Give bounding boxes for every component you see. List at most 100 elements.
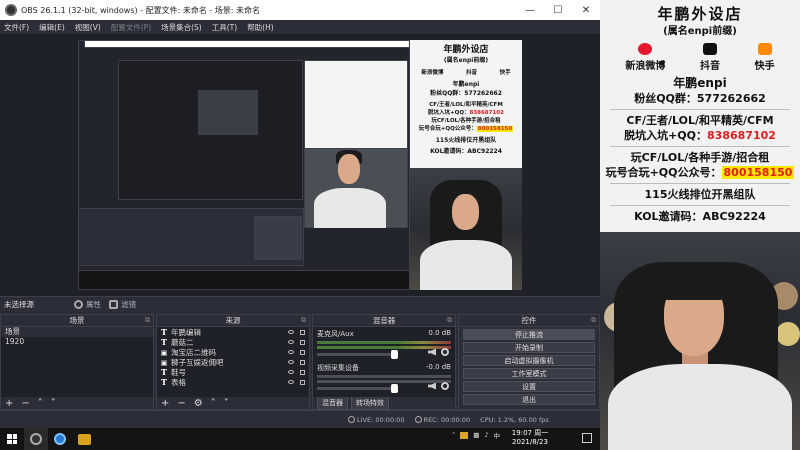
add-scene-icon[interactable]: + [5, 398, 13, 409]
source-gear-icon[interactable]: ⚙ [194, 398, 203, 409]
start-button[interactable] [0, 428, 24, 450]
status-bar: LIVE: 00:00:00 REC: 00:00:00 CPU: 1.2%, … [0, 410, 600, 428]
taskbar: ˄ ▩ ♪ 中 19:07 周一 2021/8/23 [0, 428, 600, 450]
source-item[interactable]: T 年鹏编辑 [157, 327, 309, 337]
tray-network-icon[interactable]: ▩ [473, 431, 479, 439]
menu-profile[interactable]: 配置文件(P) [111, 22, 151, 33]
tray-app-icon[interactable] [460, 431, 469, 439]
source-item[interactable]: ▣ 狮子互娱返佣吧 [157, 357, 309, 367]
menu-tools[interactable]: 工具(T) [212, 22, 237, 33]
tab-mixer[interactable]: 混音器 [317, 396, 348, 410]
games-line: CF/王者/LOL/和平精英/CFM [626, 114, 774, 127]
controls-dock-title: 控件 [521, 316, 537, 325]
volume-slider[interactable] [317, 384, 398, 393]
taskbar-app3[interactable] [72, 428, 96, 450]
scene-item[interactable]: 1920 [1, 337, 153, 347]
lock-icon[interactable] [300, 349, 305, 355]
source-item[interactable]: T 蘑菇二 [157, 337, 309, 347]
mixer-tabs: 混音器 转场特效 [313, 396, 455, 410]
dock-float-icon[interactable]: ⧉ [447, 316, 452, 325]
scenes-toolbar: + − ˄ ˅ [1, 397, 153, 409]
dock-float-icon[interactable]: ⧉ [301, 316, 306, 325]
gear-icon[interactable] [441, 348, 449, 356]
preview-ad-weibo: 新浪微博 [421, 70, 444, 76]
sources-dock-header: 来源 ⧉ [157, 315, 309, 327]
preview-ad-qq: 脱坑入坑+QQ：838687102 [410, 108, 522, 116]
close-button[interactable]: ✕ [572, 0, 600, 20]
start-recording-button[interactable]: 开始录制 [463, 342, 595, 353]
lock-icon[interactable] [300, 369, 305, 375]
move-down-icon[interactable]: ˅ [51, 398, 56, 409]
move-up-icon[interactable]: ˄ [38, 398, 43, 409]
exit-button[interactable]: 退出 [463, 394, 595, 405]
filters-label: 滤镜 [121, 300, 136, 309]
menu-edit[interactable]: 编辑(E) [39, 22, 65, 33]
tray-volume-icon[interactable]: ♪ [484, 431, 488, 439]
live-icon [348, 416, 355, 423]
social-kuaishou: 快手 [755, 43, 775, 72]
visibility-eye-icon[interactable] [288, 380, 294, 384]
taskbar-browser[interactable] [48, 428, 72, 450]
source-item[interactable]: T 表格 [157, 377, 309, 387]
visibility-eye-icon[interactable] [288, 370, 294, 374]
notification-icon[interactable] [582, 433, 592, 443]
remove-source-icon[interactable]: − [177, 398, 185, 409]
source-toolbar: 未选择源 属性 滤镜 [0, 296, 600, 312]
tray-chevron-icon[interactable]: ˄ [452, 431, 455, 439]
studio-mode-button[interactable]: 工作室模式 [463, 368, 595, 379]
obs-app-icon [30, 433, 42, 445]
clock-time: 19:07 周一 [511, 429, 549, 437]
dock-float-icon[interactable]: ⧉ [145, 316, 150, 325]
preview-canvas[interactable] [78, 40, 410, 290]
source-item[interactable]: ▣ 淘宝店二维码 [157, 347, 309, 357]
lock-icon[interactable] [300, 339, 305, 345]
volume-slider-handle[interactable] [391, 350, 398, 359]
menu-scene-collection[interactable]: 场景集合(S) [161, 22, 202, 33]
lock-icon[interactable] [300, 329, 305, 335]
lock-icon[interactable] [300, 359, 305, 365]
lock-icon[interactable] [300, 379, 305, 385]
speaker-icon[interactable] [428, 348, 436, 356]
filters-button[interactable]: 滤镜 [109, 299, 136, 310]
stop-streaming-button[interactable]: 停止推流 [463, 329, 595, 340]
mixer-dock: 混音器 ⧉ 麦克风/Aux 0.0 dB 视频采集设备 -0.0 dB 混音器 … [312, 314, 456, 410]
visibility-eye-icon[interactable] [288, 360, 294, 364]
remove-scene-icon[interactable]: − [21, 398, 29, 409]
rec-icon [414, 416, 422, 423]
visibility-eye-icon[interactable] [288, 350, 294, 354]
filter-icon [109, 300, 118, 309]
scenes-list[interactable]: 场景 1920 [1, 327, 153, 397]
properties-button[interactable]: 属性 [74, 299, 101, 310]
taskbar-obs[interactable] [24, 428, 48, 450]
nested-person-body [314, 188, 386, 228]
visibility-eye-icon[interactable] [288, 340, 294, 344]
visibility-eye-icon[interactable] [288, 330, 294, 334]
menu-file[interactable]: 文件(F) [4, 22, 29, 33]
gear-icon[interactable] [441, 382, 449, 390]
mixer-channel-header: 视频采集设备 -0.0 dB [317, 363, 451, 373]
speaker-icon[interactable] [428, 382, 436, 390]
add-source-icon[interactable]: + [161, 398, 169, 409]
dock-float-icon[interactable]: ⧉ [591, 316, 596, 325]
sources-list[interactable]: T 年鹏编辑 T 蘑菇二 ▣ 淘宝店二维码 ▣ 狮子互娱返佣吧 T 鞋号 T 表格 [157, 327, 309, 397]
taskbar-clock[interactable]: 19:07 周一 2021/8/23 [500, 429, 560, 447]
divider [610, 146, 790, 147]
nested-controls [254, 216, 302, 260]
settings-button[interactable]: 设置 [463, 381, 595, 392]
windows-logo-icon [7, 434, 17, 444]
minimize-button[interactable]: — [516, 0, 544, 20]
volume-slider[interactable] [317, 350, 398, 359]
nested-preview-inner [198, 90, 258, 135]
scenes-dock-title: 场景 [69, 316, 85, 325]
move-down-icon[interactable]: ˅ [224, 398, 229, 409]
start-virtual-camera-button[interactable]: 启动虚拟摄像机 [463, 355, 595, 366]
move-up-icon[interactable]: ˄ [211, 398, 216, 409]
scenes-column-header: 场景 [1, 327, 153, 337]
tab-transitions[interactable]: 转场特效 [351, 396, 389, 410]
volume-slider-handle[interactable] [391, 384, 398, 393]
preview-ad-fans: 粉丝QQ群：577262662 [430, 90, 502, 97]
menu-view[interactable]: 视图(V) [75, 22, 101, 33]
maximize-button[interactable]: ☐ [544, 0, 572, 20]
menu-help[interactable]: 帮助(H) [247, 22, 274, 33]
source-item[interactable]: T 鞋号 [157, 367, 309, 377]
